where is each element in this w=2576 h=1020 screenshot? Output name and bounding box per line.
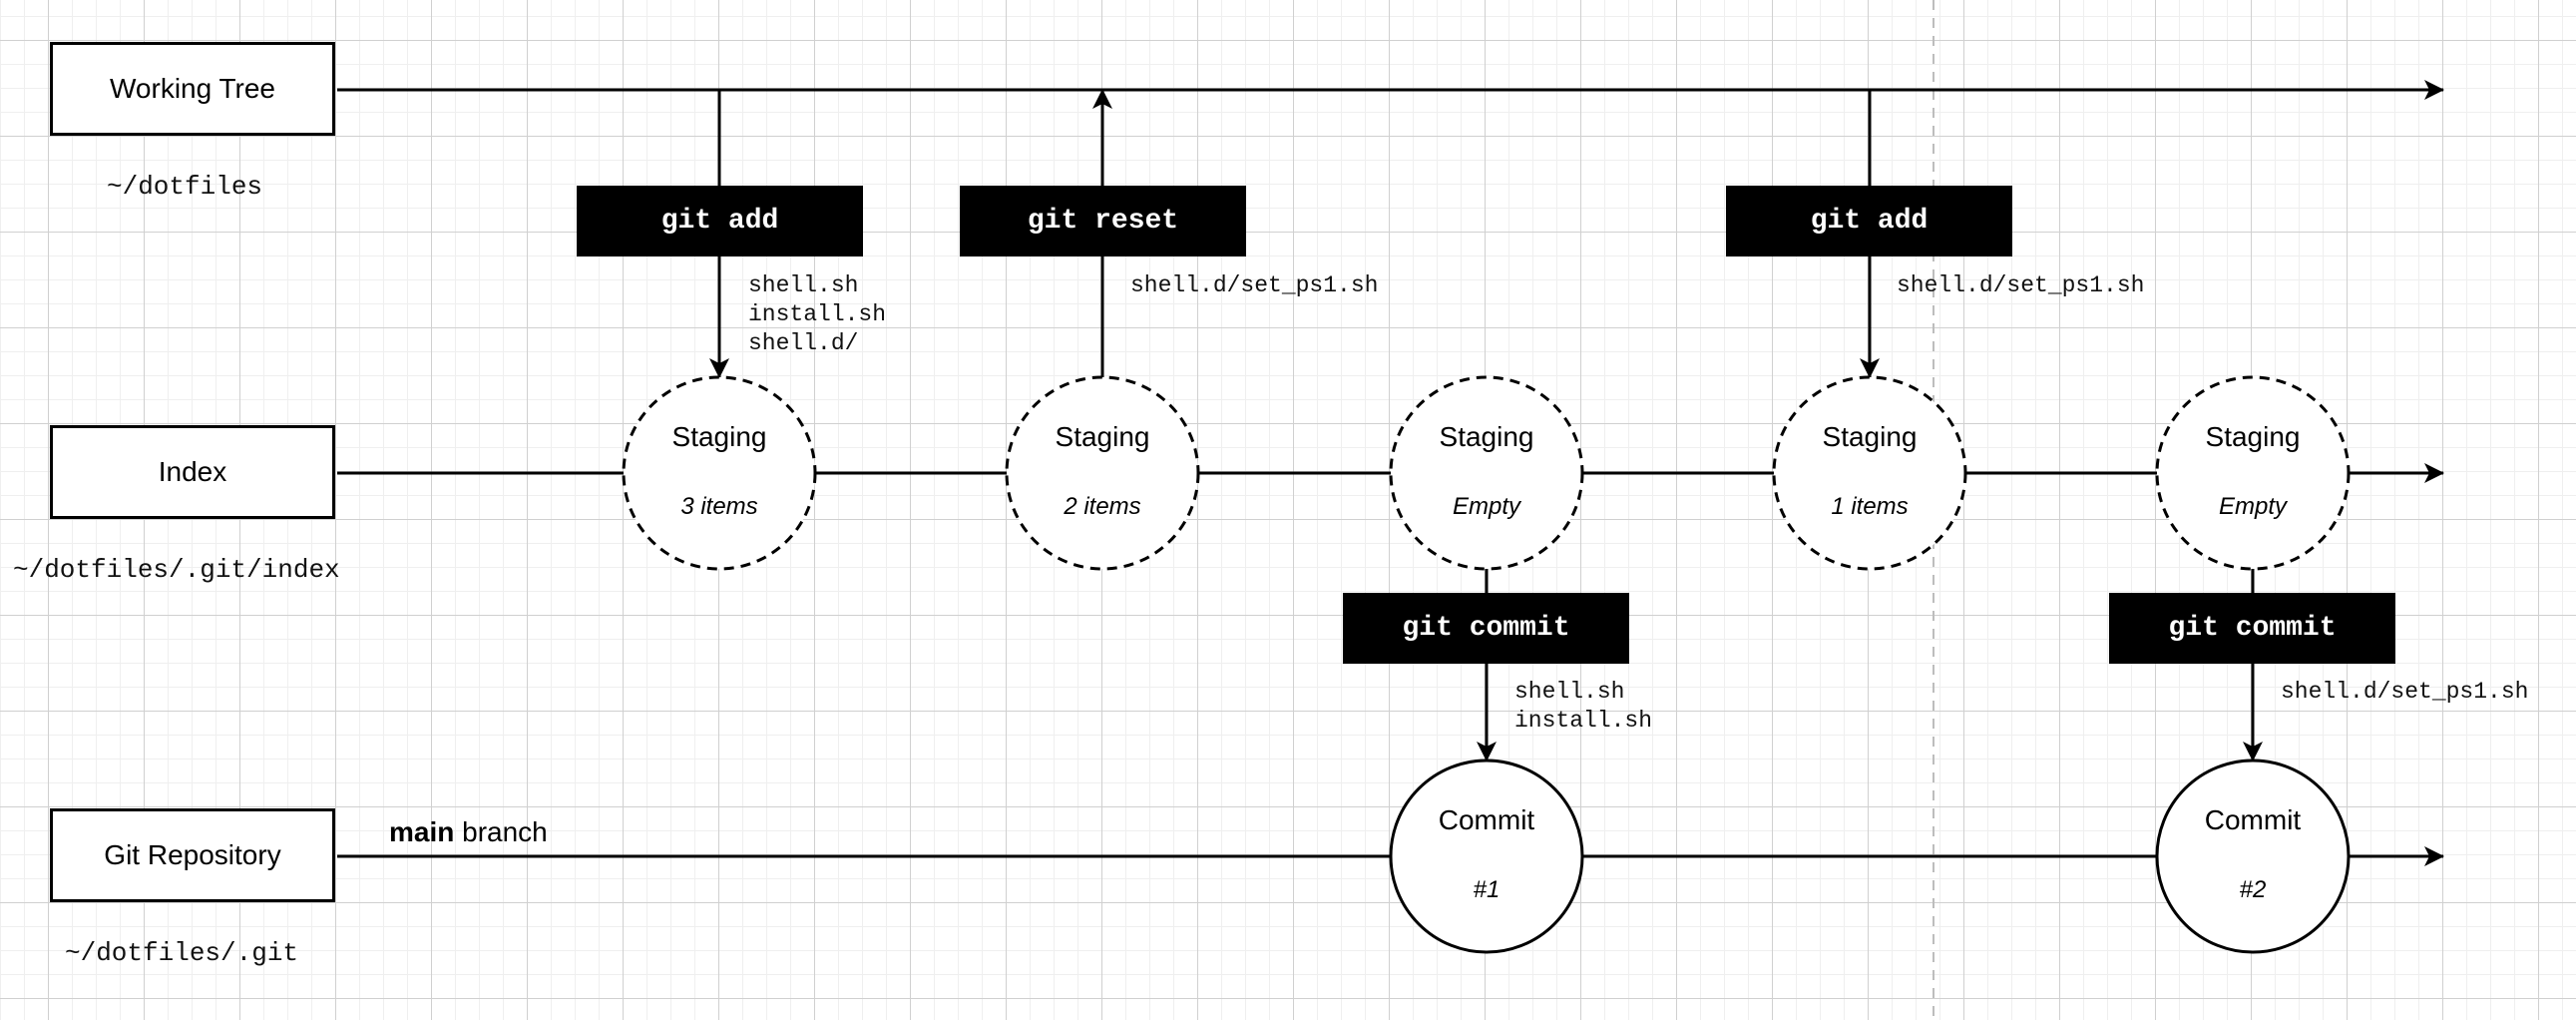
staging-node[interactable]: Staging Empty <box>2157 377 2349 569</box>
branch-suffix: branch <box>462 816 548 847</box>
staging-node[interactable]: Staging 2 items <box>1007 377 1198 569</box>
node-title: Staging <box>2205 421 2301 452</box>
node-title: Commit <box>2204 804 2302 835</box>
command-label: git commit <box>2168 613 2337 644</box>
command-label: git add <box>1810 206 1929 237</box>
staging-node[interactable]: Staging 3 items <box>624 377 815 569</box>
node-title: Staging <box>1439 421 1534 452</box>
command-label: git add <box>660 206 779 237</box>
node-title: Staging <box>671 421 767 452</box>
node-subtitle: Empty <box>2218 493 2287 520</box>
command-files: shell.d/set_ps1.sh <box>1897 272 2145 298</box>
node-subtitle: Empty <box>1452 493 1520 520</box>
branch-label: main branch <box>389 816 548 848</box>
lane-path-git-repository: ~/dotfiles/.git <box>65 938 299 968</box>
command-files: shell.d/set_ps1.sh <box>2281 679 2529 705</box>
command-git-commit[interactable]: git commit <box>2109 593 2395 664</box>
lane-git-repository[interactable]: Git Repository <box>50 808 335 902</box>
lane-title: Git Repository <box>104 839 281 870</box>
command-git-reset[interactable]: git reset <box>960 186 1246 256</box>
staging-node[interactable]: Staging Empty <box>1391 377 1582 569</box>
node-title: Staging <box>1055 421 1150 452</box>
lane-index[interactable]: Index <box>50 425 335 519</box>
node-subtitle: 3 items <box>680 493 758 520</box>
node-title: Staging <box>1822 421 1918 452</box>
node-subtitle: 1 items <box>1831 493 1909 520</box>
command-files: shell.sh install.sh <box>1514 679 1653 734</box>
command-files: shell.sh install.sh shell.d/ <box>748 272 887 356</box>
commit-node[interactable]: Commit #1 <box>1391 761 1582 952</box>
lane-title: Working Tree <box>110 73 275 104</box>
commit-node[interactable]: Commit #2 <box>2157 761 2349 952</box>
lane-title: Index <box>158 456 227 487</box>
command-label: git reset <box>1027 206 1179 237</box>
node-subtitle: #1 <box>1473 876 1501 903</box>
command-git-commit[interactable]: git commit <box>1343 593 1629 664</box>
staging-node[interactable]: Staging 1 items <box>1774 377 1965 569</box>
node-subtitle: #2 <box>2239 876 2267 903</box>
lane-working-tree[interactable]: Working Tree <box>50 42 335 136</box>
node-subtitle: 2 items <box>1064 493 1141 520</box>
command-files: shell.d/set_ps1.sh <box>1130 272 1379 298</box>
command-label: git commit <box>1402 613 1570 644</box>
command-git-add[interactable]: git add <box>1726 186 2012 256</box>
node-title: Commit <box>1438 804 1535 835</box>
lane-path-working-tree: ~/dotfiles <box>107 172 263 202</box>
command-git-add[interactable]: git add <box>577 186 863 256</box>
lane-path-index: ~/dotfiles/.git/index <box>13 555 340 585</box>
branch-name: main <box>389 816 455 847</box>
